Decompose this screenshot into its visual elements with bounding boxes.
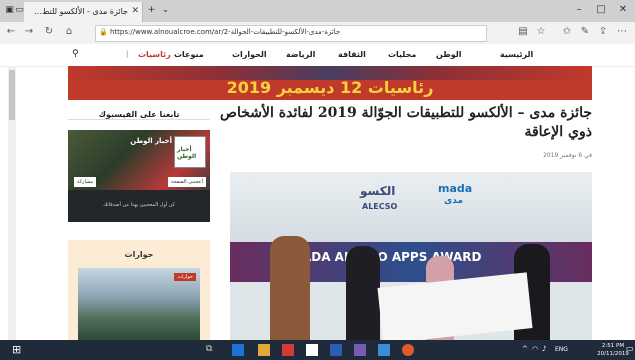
pen-icon[interactable]: ✎: [578, 26, 592, 37]
alecso-logo-text: ALECSO: [362, 202, 398, 211]
more-icon[interactable]: ⋯: [615, 26, 629, 37]
menu-local[interactable]: محليات: [388, 50, 416, 59]
share-icon[interactable]: ⇪: [596, 26, 610, 37]
photos-icon[interactable]: [378, 344, 390, 356]
interviews-widget[interactable]: حوارات حوارات: [68, 240, 210, 340]
award-check: [377, 272, 533, 340]
mail-icon[interactable]: [306, 344, 318, 356]
refresh-icon[interactable]: ↻: [42, 26, 56, 37]
banner-text: رئاسيات 12 ديسمبر 2019: [226, 78, 434, 97]
scroll-thumb[interactable]: [9, 70, 15, 120]
tray-chevron-icon[interactable]: ^: [522, 345, 528, 353]
menu-nation[interactable]: الوطن: [436, 50, 462, 59]
facebook-share-button[interactable]: مشاركة: [74, 177, 97, 187]
lock-icon: 🔒: [99, 28, 108, 36]
favorites-icon[interactable]: ✩: [560, 26, 574, 37]
sidebar-divider: [68, 119, 210, 120]
facebook-widget-title: تابعنا على الفيسبوك: [98, 110, 180, 119]
election-banner[interactable]: رئاسيات 12 ديسمبر 2019: [68, 66, 592, 100]
forward-icon[interactable]: →: [22, 26, 36, 37]
minimize-button[interactable]: –: [570, 4, 588, 15]
windows-taskbar: ⊞ ⧉ ^ ◠ ♪ ENG 2:51 PM 20/11/2019 ▭: [0, 340, 635, 360]
menu-presidential[interactable]: رئاسيات: [138, 50, 171, 59]
menu-sports[interactable]: الرياضة: [286, 50, 315, 59]
favorite-star-icon[interactable]: ☆: [534, 26, 548, 37]
browser-title-bar: ▣ ▭ جائزة مدى - الألكسو للتط… ✕ + ⌄ – □ …: [0, 0, 635, 22]
interviews-widget-title: حوارات: [124, 250, 154, 259]
url-text: https://www.alnoualcroe.com/ar/2-جائزة-م…: [110, 28, 341, 36]
back-icon[interactable]: ←: [4, 26, 18, 37]
facebook-page-logo[interactable]: أخبار الوطن: [174, 136, 206, 168]
alecso-logo-arabic: الكسو: [360, 184, 396, 198]
network-icon[interactable]: ◠: [532, 345, 538, 353]
address-bar-row: ← → ↻ ⌂ 🔒 https://www.alnoualcroe.com/ar…: [0, 22, 635, 45]
facebook-footer-text: كن أول المعجبين بهذا من أصدقائك: [103, 202, 175, 208]
person-silhouette: [346, 246, 380, 340]
article-title[interactable]: جائزة مدى – الألكسو للتطبيقات الجوّالة 2…: [210, 104, 592, 142]
mada-logo-text: mada: [438, 182, 473, 195]
browser-tab[interactable]: جائزة مدى - الألكسو للتط… ✕: [24, 2, 143, 22]
facebook-widget[interactable]: أخبار الوطن أخبار الوطن أعجبني الصفحة مش…: [68, 130, 210, 222]
mada-logo-arabic: مدى: [444, 196, 464, 206]
word-icon[interactable]: [330, 344, 342, 356]
site-menu: ⚲ رئاسيات | منوعات الحوارات الرياضة الثق…: [0, 44, 635, 67]
separator-icon: |: [126, 50, 129, 58]
article-date: في 6 نوفمبر 2019: [543, 152, 592, 159]
maximize-button[interactable]: □: [592, 4, 610, 15]
store-icon[interactable]: [282, 344, 294, 356]
chevron-down-icon[interactable]: ⌄: [160, 5, 171, 16]
menu-culture[interactable]: الثقافة: [338, 50, 366, 59]
close-window-button[interactable]: ✕: [614, 4, 632, 15]
onenote-icon[interactable]: [354, 344, 366, 356]
edge-taskbar-icon[interactable]: [232, 344, 244, 356]
language-indicator[interactable]: ENG: [555, 346, 568, 353]
menu-home[interactable]: الرئيسية: [500, 50, 533, 59]
reading-view-icon[interactable]: ▤: [516, 26, 530, 37]
person-silhouette: [270, 236, 310, 340]
interviews-tag[interactable]: حوارات: [174, 273, 196, 281]
facebook-like-button[interactable]: أعجبني الصفحة: [167, 177, 206, 187]
tab-title: جائزة مدى - الألكسو للتط…: [33, 7, 128, 16]
facebook-page-name[interactable]: أخبار الوطن: [130, 137, 172, 145]
file-explorer-icon[interactable]: [258, 344, 270, 356]
article-image: mada مدى الكسو ALECSO MADA ALECSO APPS A…: [230, 172, 592, 340]
page-logo-text: أخبار الوطن: [177, 146, 197, 160]
app-icon[interactable]: [402, 344, 414, 356]
notification-icon[interactable]: ▭: [626, 344, 634, 353]
menu-misc[interactable]: منوعات: [174, 50, 204, 59]
search-icon[interactable]: ⚲: [72, 49, 79, 59]
url-input[interactable]: 🔒 https://www.alnoualcroe.com/ar/2-جائزة…: [95, 25, 487, 42]
tab-close-icon[interactable]: ✕: [131, 6, 139, 16]
menu-interviews[interactable]: الحوارات: [232, 50, 267, 59]
home-icon[interactable]: ⌂: [62, 26, 76, 37]
volume-icon[interactable]: ♪: [542, 345, 546, 353]
task-view-icon[interactable]: ⧉: [206, 344, 212, 354]
new-tab-icon[interactable]: +: [146, 5, 157, 16]
windows-start-icon[interactable]: ⊞: [12, 343, 21, 356]
